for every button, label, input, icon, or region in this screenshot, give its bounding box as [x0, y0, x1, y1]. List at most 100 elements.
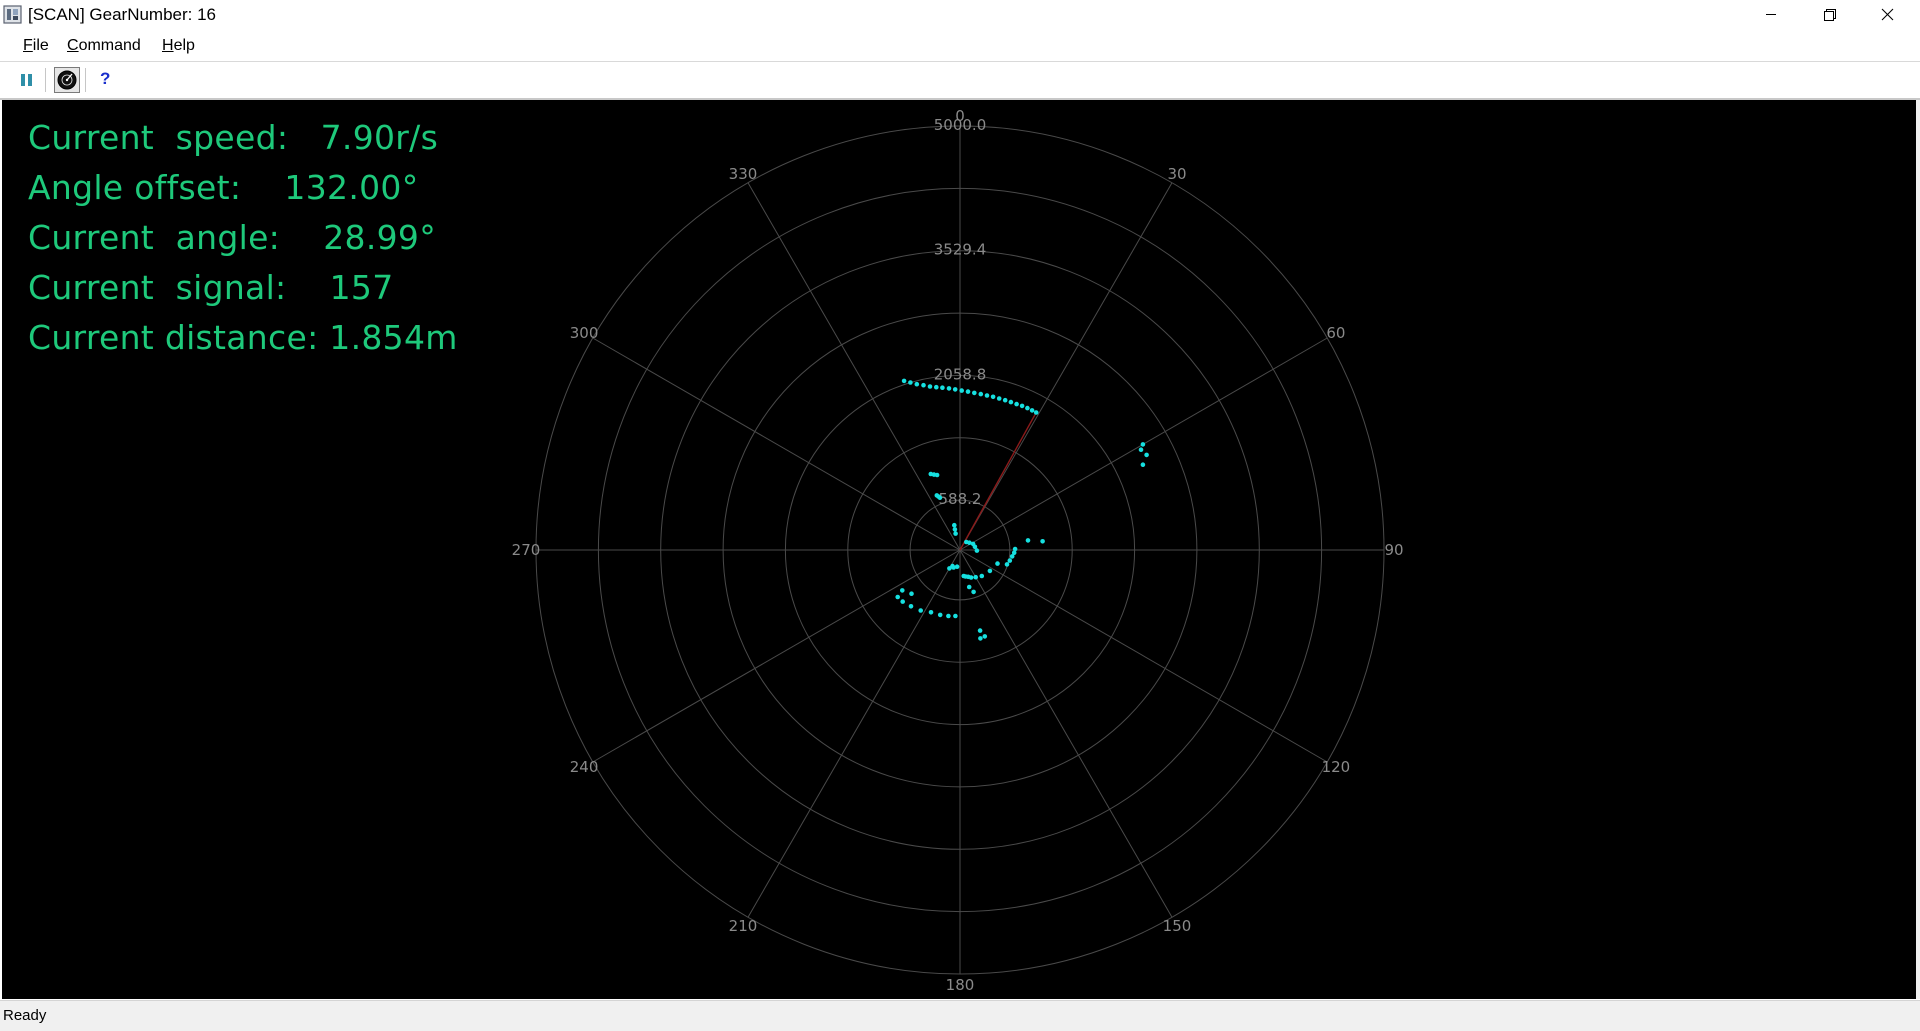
polar-spoke [959, 549, 1328, 763]
scan-point [982, 634, 988, 639]
scan-point [1138, 447, 1144, 453]
scan-point [895, 594, 900, 600]
window-title: [SCAN] GearNumber: 16 [28, 5, 217, 24]
menu-help[interactable]: Help [162, 37, 195, 55]
scan-point [946, 386, 952, 391]
scan-point [908, 604, 914, 609]
menu-command-accel: C [67, 37, 79, 54]
polar-spoke [959, 182, 1173, 551]
scan-point [952, 522, 957, 528]
polar-spoke [592, 549, 961, 763]
radar-button[interactable] [54, 67, 80, 93]
scan-point [965, 389, 971, 394]
ring-label: 2058.8 [934, 365, 987, 383]
angle-label: 180 [946, 976, 975, 994]
angle-label: 150 [1163, 917, 1192, 935]
scan-point [959, 388, 964, 393]
scan-point [940, 385, 945, 391]
toolbar: ? [0, 62, 1920, 100]
scan-point [971, 589, 976, 595]
scan-point [1025, 538, 1031, 543]
menu-help-accel: H [162, 37, 174, 54]
menu-command[interactable]: Command [67, 37, 141, 55]
ring-label: 588.2 [939, 490, 982, 508]
scan-point [950, 563, 955, 569]
polar-spoke [592, 337, 961, 551]
scan-canvas: 5000.0 3529.4 2058.8 588.2 0 30 60 90 120 150 180 2… [2, 100, 1916, 999]
scan-point [937, 495, 943, 501]
help-icon: ? [100, 69, 111, 88]
angle-label: 90 [1384, 541, 1403, 559]
scan-point [908, 380, 913, 385]
scan-point [927, 384, 933, 389]
menu-bar: File Command Help [0, 30, 1920, 62]
canvas-edge [1916, 100, 1920, 999]
help-button[interactable]: ? [92, 67, 118, 93]
scan-point [1002, 397, 1008, 403]
scan-point [1140, 442, 1146, 447]
scan-point [901, 378, 907, 384]
angle-label: 270 [512, 541, 541, 559]
distance-readout: Current distance: 1.854m [28, 318, 458, 357]
menu-file[interactable]: File [23, 37, 49, 55]
scan-point [1040, 539, 1045, 544]
scan-point [1140, 462, 1146, 468]
scan-point [984, 393, 990, 398]
scan-point [952, 527, 958, 532]
scan-point [974, 548, 980, 553]
pause-button[interactable] [14, 67, 40, 93]
scan-point [987, 568, 993, 574]
scan-point [1025, 405, 1030, 411]
pause-icon [21, 74, 32, 86]
menu-help-rest: elp [173, 37, 195, 54]
angle-readout: Current angle: 28.99° [28, 218, 437, 257]
scan-point [914, 381, 920, 387]
scan-point [952, 387, 958, 392]
scan-point [918, 608, 923, 613]
restore-icon [1824, 9, 1836, 21]
speed-readout: Current speed: 7.90r/s [28, 118, 439, 157]
scan-point [1011, 550, 1017, 556]
menu-command-rest: ommand [78, 37, 141, 54]
angle-label: 240 [570, 758, 599, 776]
scan-point [1007, 558, 1013, 563]
scan-point [1014, 401, 1019, 407]
scan-point [995, 561, 1000, 566]
angle-offset-readout: Angle offset: 132.00° [28, 168, 419, 207]
scan-point [978, 391, 984, 397]
polar-spoke [747, 549, 961, 918]
angle-label: 30 [1167, 165, 1186, 183]
scan-point [978, 636, 983, 641]
scan-point [990, 394, 996, 400]
scan-point [973, 574, 978, 580]
scan-point [937, 612, 943, 618]
status-bar: Ready [0, 1000, 1920, 1031]
scan-point [900, 599, 905, 604]
scan-point [1019, 403, 1025, 409]
app-icon [3, 5, 22, 24]
radar-icon [57, 70, 77, 90]
polar-spoke [747, 182, 961, 551]
scan-point [921, 382, 926, 388]
scan-point [966, 584, 972, 590]
scan-point [961, 573, 966, 579]
scan-point [953, 531, 958, 536]
scan-point [934, 472, 940, 478]
scan-point [977, 628, 983, 633]
status-text: Ready [3, 1007, 47, 1024]
close-button[interactable] [1858, 0, 1916, 30]
menu-file-accel: F [23, 37, 33, 54]
signal-readout: Current signal: 157 [28, 268, 394, 307]
menu-file-rest: ile [32, 37, 49, 54]
scan-point [1012, 546, 1018, 552]
toolbar-separator [45, 68, 46, 92]
angle-label: 300 [570, 324, 599, 342]
scan-point [953, 613, 958, 619]
title-bar: [SCAN] GearNumber: 16 [0, 0, 1920, 30]
close-icon [1881, 8, 1894, 21]
minimize-icon [1766, 14, 1776, 15]
scan-point [996, 396, 1002, 401]
scan-point [909, 591, 914, 596]
restore-button[interactable] [1800, 0, 1858, 30]
minimize-button[interactable] [1742, 0, 1800, 30]
